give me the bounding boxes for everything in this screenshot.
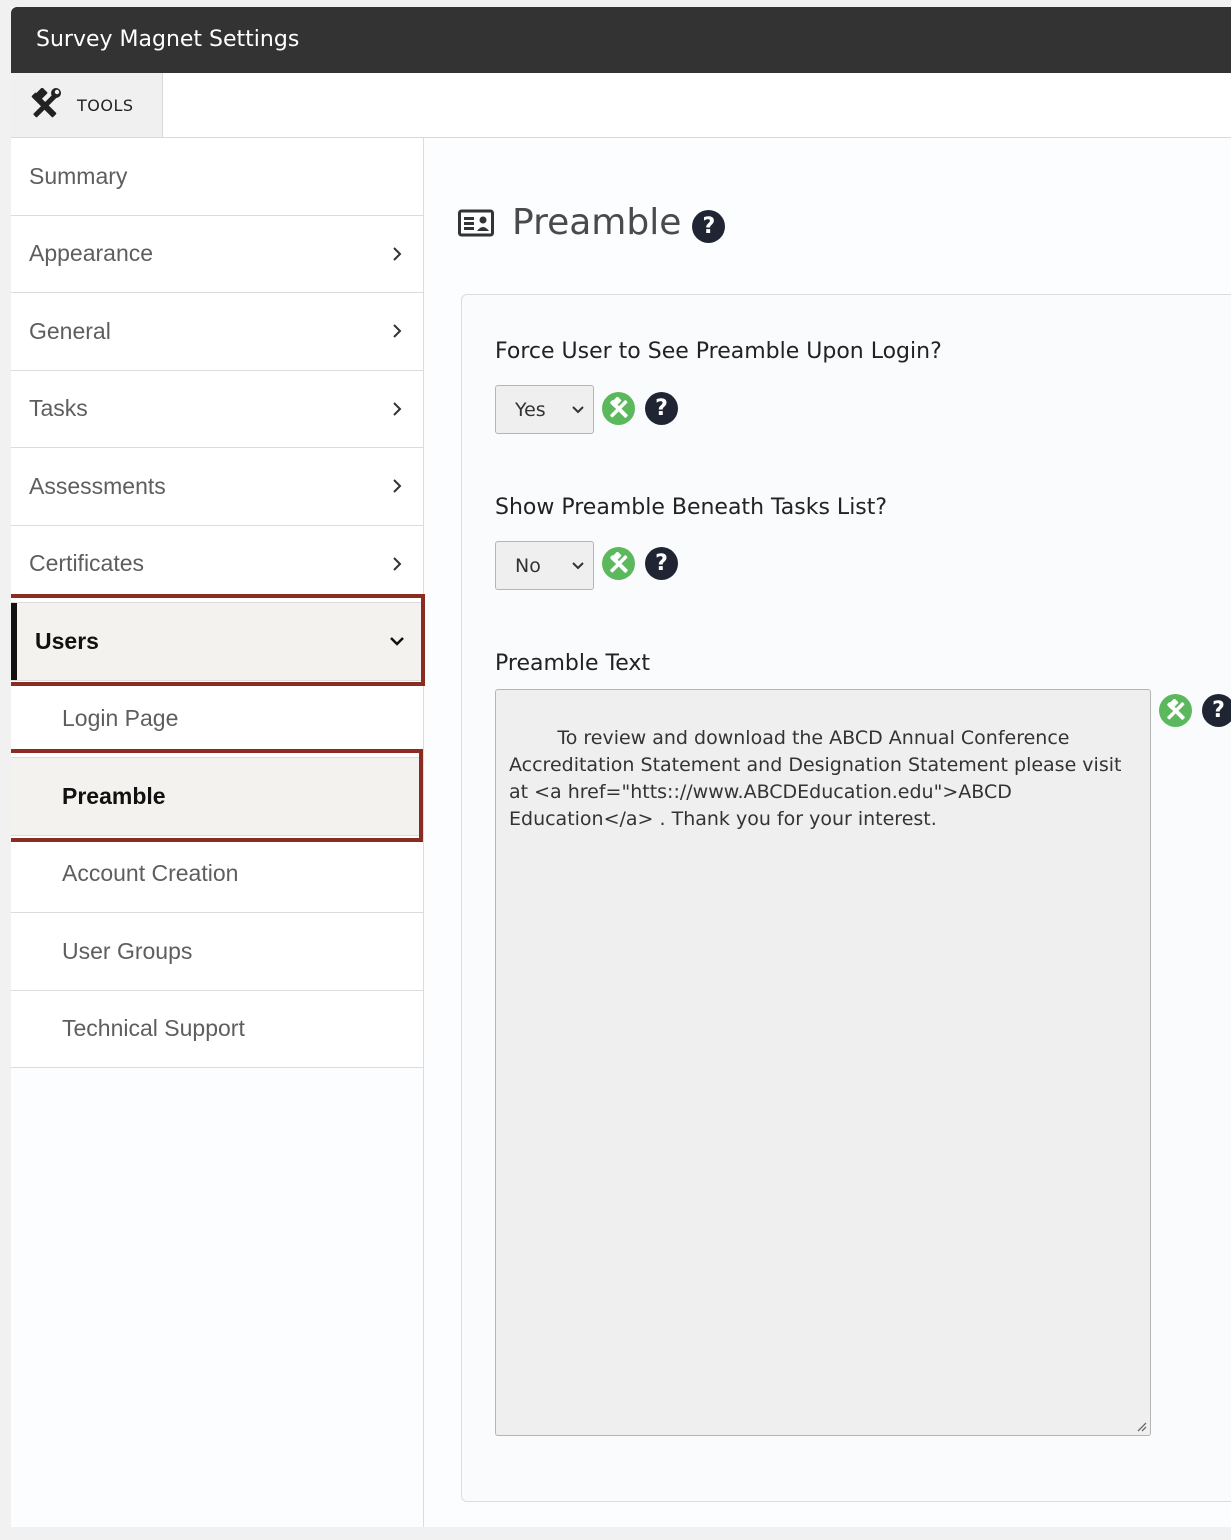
wrench-icon[interactable] bbox=[602, 547, 635, 580]
sidebar-item-label: Tasks bbox=[29, 395, 88, 422]
chevron-right-icon bbox=[393, 247, 402, 261]
sidebar-item-label: Appearance bbox=[29, 240, 154, 267]
preamble-text-value: To review and download the ABCD Annual C… bbox=[509, 727, 1128, 830]
tools-icon bbox=[31, 88, 61, 118]
toolbar: TOOLS bbox=[11, 73, 1231, 138]
chevron-down-icon bbox=[390, 637, 404, 647]
sidebar-item-label: User Groups bbox=[62, 937, 193, 964]
sidebar-item-summary[interactable]: Summary bbox=[11, 138, 423, 216]
sidebar-item-label: Preamble bbox=[62, 782, 166, 809]
chevron-right-icon bbox=[393, 557, 402, 571]
id-card-icon bbox=[458, 209, 494, 236]
sidebar-item-label: Summary bbox=[29, 162, 128, 189]
sidebar-item-certificates[interactable]: Certificates bbox=[11, 525, 423, 603]
chevron-right-icon bbox=[393, 324, 402, 338]
sidebar-item-assessments[interactable]: Assessments bbox=[11, 448, 423, 526]
preamble-beneath-label: Show Preamble Beneath Tasks List? bbox=[495, 495, 888, 520]
sidebar-item-label: Certificates bbox=[29, 550, 145, 577]
sidebar-item-users[interactable]: Users bbox=[11, 603, 423, 681]
select-value: No bbox=[515, 554, 541, 577]
wrench-icon[interactable] bbox=[1159, 694, 1192, 727]
sidebar-subitem-preamble[interactable]: Preamble bbox=[11, 758, 423, 836]
force-preamble-select[interactable]: Yes bbox=[495, 385, 594, 434]
sidebar-subitem-account-creation[interactable]: Account Creation bbox=[11, 835, 423, 913]
page-header: Preamble ? bbox=[458, 202, 726, 243]
sidebar-subitem-user-groups[interactable]: User Groups bbox=[11, 913, 423, 991]
tools-button[interactable]: TOOLS bbox=[11, 73, 163, 137]
sidebar-subitem-technical-support[interactable]: Technical Support bbox=[11, 990, 423, 1068]
help-icon[interactable]: ? bbox=[645, 547, 678, 580]
preamble-text-label: Preamble Text bbox=[495, 651, 650, 676]
sidebar-item-tasks[interactable]: Tasks bbox=[11, 370, 423, 448]
help-icon[interactable]: ? bbox=[1202, 694, 1231, 727]
help-icon[interactable]: ? bbox=[692, 210, 726, 243]
preamble-text-input[interactable]: To review and download the ABCD Annual C… bbox=[495, 689, 1151, 1436]
sidebar-item-label: Account Creation bbox=[62, 860, 239, 887]
chevron-down-icon bbox=[572, 562, 584, 570]
sidebar-item-general[interactable]: General bbox=[11, 293, 423, 371]
resize-handle-icon[interactable] bbox=[1135, 1420, 1147, 1432]
chevron-right-icon bbox=[393, 402, 402, 416]
sidebar-item-label: Users bbox=[35, 627, 99, 654]
page-title: Preamble bbox=[512, 202, 682, 243]
tools-label: TOOLS bbox=[77, 95, 134, 115]
sidebar-item-label: Assessments bbox=[29, 472, 166, 499]
help-icon[interactable]: ? bbox=[645, 392, 678, 425]
settings-window: Survey Magnet Settings TOOLS Summary App… bbox=[11, 7, 1231, 1527]
select-value: Yes bbox=[515, 398, 546, 421]
sidebar: Summary Appearance General Tasks Assessm… bbox=[11, 138, 424, 1527]
settings-panel: Force User to See Preamble Upon Login? Y… bbox=[461, 294, 1231, 1502]
sidebar-item-appearance[interactable]: Appearance bbox=[11, 215, 423, 293]
main-content: Preamble ? Force User to See Preamble Up… bbox=[425, 138, 1231, 1527]
chevron-right-icon bbox=[393, 479, 402, 493]
wrench-icon[interactable] bbox=[602, 392, 635, 425]
sidebar-item-label: General bbox=[29, 317, 111, 344]
preamble-beneath-select[interactable]: No bbox=[495, 541, 594, 590]
force-preamble-label: Force User to See Preamble Upon Login? bbox=[495, 339, 942, 364]
window-title: Survey Magnet Settings bbox=[11, 7, 1231, 73]
sidebar-item-label: Technical Support bbox=[62, 1015, 245, 1042]
sidebar-subitem-login-page[interactable]: Login Page bbox=[11, 680, 423, 758]
sidebar-item-label: Login Page bbox=[62, 705, 179, 732]
chevron-down-icon bbox=[572, 406, 584, 414]
